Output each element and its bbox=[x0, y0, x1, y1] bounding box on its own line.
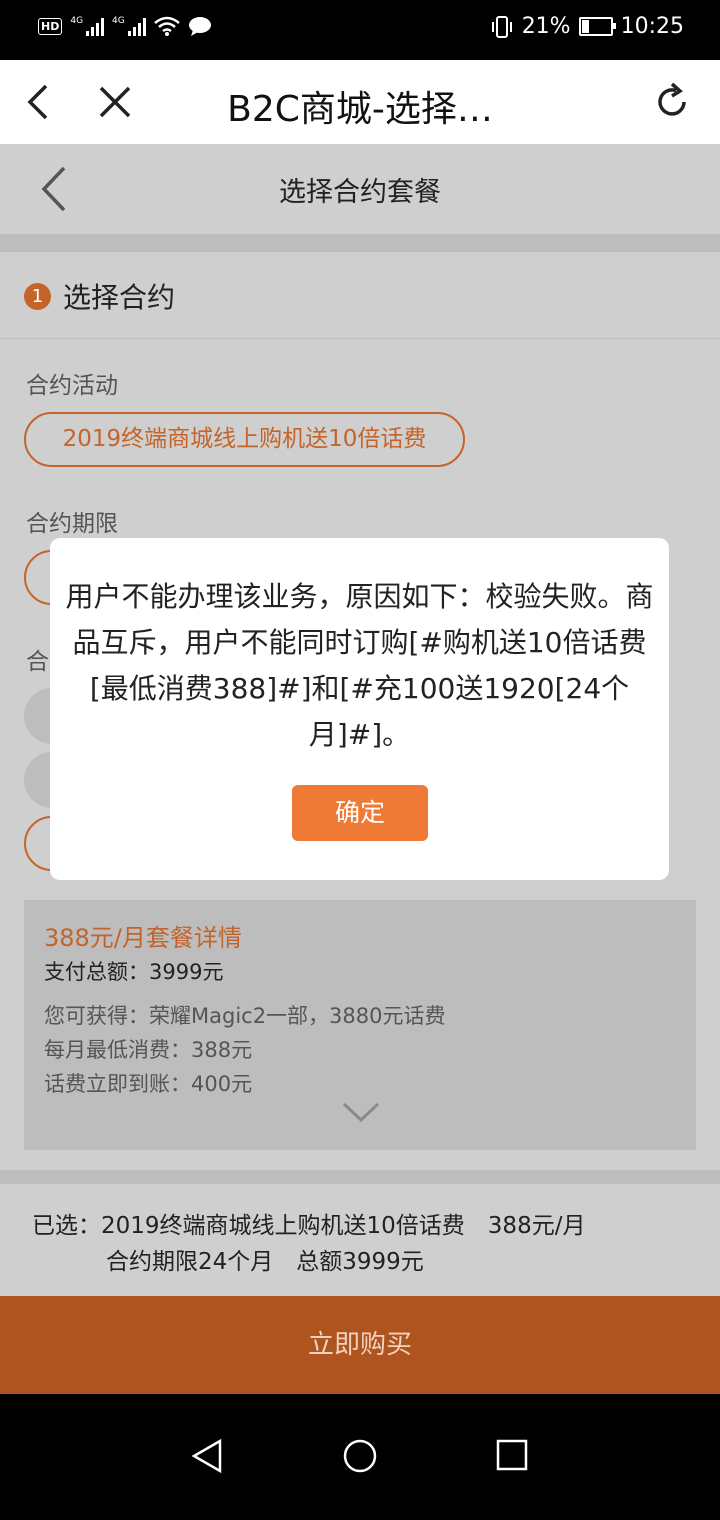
browser-title: B2C商城-选择… bbox=[227, 89, 493, 130]
status-bar: HD 4G 4G 21% 10:25 bbox=[0, 0, 720, 60]
hd-badge: HD bbox=[38, 17, 63, 35]
package-detail-title: 388元/月套餐详情 bbox=[44, 924, 242, 952]
contract-period-label: 合约期限 bbox=[26, 511, 118, 537]
error-dialog: 用户不能办理该业务，原因如下：校验失败。商品互斥，用户不能同时订购[#购机送10… bbox=[50, 538, 669, 880]
package-detail-panel: 388元/月套餐详情 支付总额：3999元 您可获得：荣耀Magic2一部，38… bbox=[24, 900, 696, 1150]
selection-summary: 已选：2019终端商城线上购机送10倍话费 388元/月 合约期限24个月 总额… bbox=[0, 1184, 720, 1296]
battery-icon bbox=[578, 17, 616, 36]
package-benefit: 您可获得：荣耀Magic2一部，3880元话费 bbox=[44, 1004, 446, 1028]
system-nav-bar bbox=[0, 1394, 720, 1520]
package-credit: 话费立即到账：400元 bbox=[44, 1072, 253, 1096]
step-number-badge: 1 bbox=[24, 283, 51, 310]
nav-back-icon[interactable] bbox=[190, 1438, 224, 1474]
step-label: 选择合约 bbox=[63, 281, 176, 314]
contract-activity-option[interactable]: 2019终端商城线上购机送10倍话费 bbox=[24, 412, 465, 467]
package-min-spend: 每月最低消费：388元 bbox=[44, 1038, 253, 1062]
chevron-down-icon[interactable] bbox=[342, 1098, 380, 1126]
signal-icon: 4G bbox=[70, 16, 105, 36]
contract-activity-label: 合约活动 bbox=[26, 373, 118, 399]
network-type-label: 4G bbox=[70, 16, 84, 26]
browser-header: B2C商城-选择… bbox=[0, 60, 720, 144]
step-header: 1 选择合约 bbox=[0, 252, 720, 339]
page-title: 选择合约套餐 bbox=[279, 177, 441, 208]
summary-line-1: 已选：2019终端商城线上购机送10倍话费 388元/月 bbox=[32, 1213, 586, 1239]
error-message: 用户不能办理该业务，原因如下：校验失败。商品互斥，用户不能同时订购[#购机送10… bbox=[65, 580, 654, 751]
signal-icon-2: 4G bbox=[112, 16, 146, 36]
nav-home-icon[interactable] bbox=[342, 1438, 378, 1474]
page-header: 选择合约套餐 bbox=[0, 144, 720, 234]
message-icon bbox=[188, 17, 211, 36]
network-type-label-2: 4G bbox=[112, 16, 125, 26]
package-label-partial: 合 bbox=[26, 649, 49, 675]
buy-now-button[interactable]: 立即购买 bbox=[0, 1296, 720, 1394]
battery-percent: 21% bbox=[521, 14, 571, 39]
refresh-icon[interactable] bbox=[652, 82, 692, 122]
clock: 10:25 bbox=[620, 14, 684, 39]
divider-2 bbox=[0, 1170, 720, 1184]
summary-line-2: 合约期限24个月 总额3999元 bbox=[106, 1249, 424, 1275]
nav-recents-icon[interactable] bbox=[496, 1438, 528, 1472]
confirm-button[interactable]: 确定 bbox=[292, 785, 428, 841]
status-left: HD 4G 4G bbox=[38, 16, 212, 36]
vibrate-icon bbox=[491, 15, 512, 38]
divider bbox=[0, 234, 720, 252]
wifi-icon bbox=[153, 16, 180, 36]
package-total: 支付总额：3999元 bbox=[44, 960, 224, 984]
back-icon[interactable] bbox=[20, 80, 60, 124]
status-right: 21% 10:25 bbox=[490, 14, 684, 39]
close-icon[interactable] bbox=[95, 80, 135, 124]
